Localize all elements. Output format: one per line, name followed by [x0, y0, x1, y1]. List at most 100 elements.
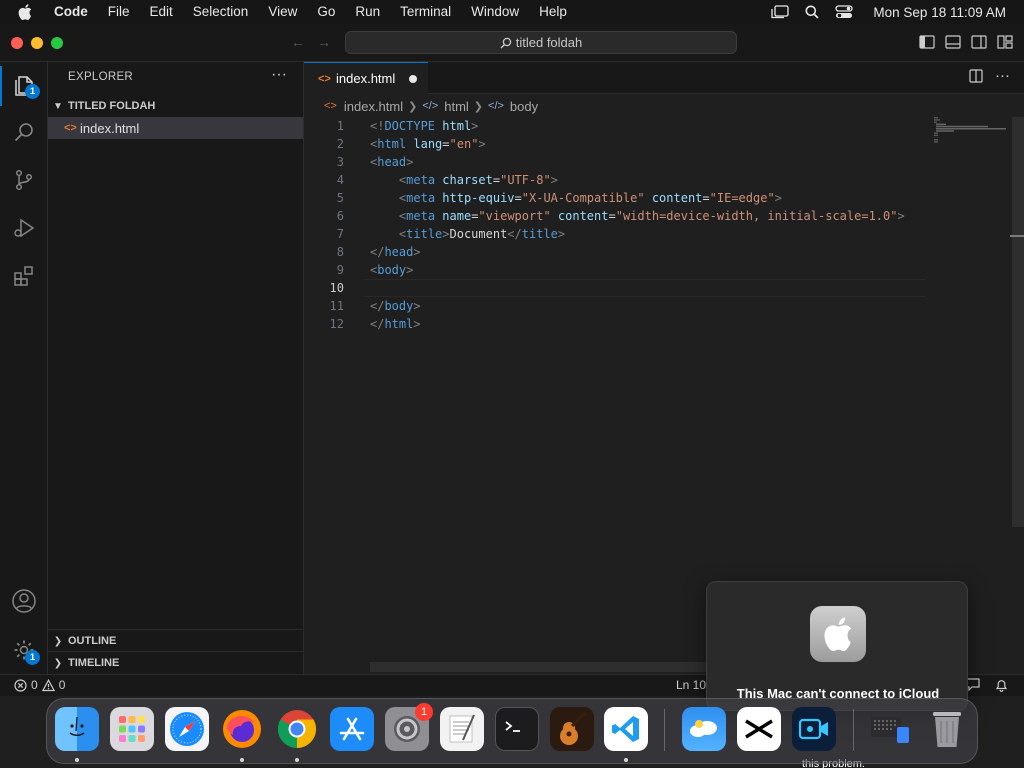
garageband-icon[interactable]	[550, 707, 594, 751]
close-window-button[interactable]	[11, 37, 23, 49]
customize-layout-icon[interactable]	[996, 33, 1014, 51]
code-line[interactable]: 7 <title>Document</title>	[304, 225, 924, 243]
menu-window[interactable]: Window	[461, 0, 529, 24]
manage-badge: 1	[25, 650, 40, 665]
minimize-window-button[interactable]	[31, 37, 43, 49]
vscode-icon[interactable]	[604, 707, 648, 751]
code-line[interactable]: 8 </head>	[304, 243, 924, 261]
firefox-icon[interactable]	[220, 707, 264, 751]
activity-search[interactable]	[0, 108, 48, 156]
activity-source-control[interactable]	[0, 156, 48, 204]
code-line[interactable]: 6 <meta name="viewport" content="width=d…	[304, 207, 924, 225]
file-tree-item[interactable]: <> index.html	[48, 117, 303, 139]
warning-count: 0	[58, 678, 66, 692]
menu-file[interactable]: File	[98, 0, 140, 24]
outline-title: OUTLINE	[68, 635, 117, 647]
code-line[interactable]: 12 </html>	[304, 315, 924, 333]
chrome-icon[interactable]	[275, 707, 319, 751]
horizontal-scrollbar[interactable]	[370, 662, 710, 672]
app-store-icon[interactable]	[330, 707, 374, 751]
code-line[interactable]: 9 <body>	[304, 261, 924, 279]
outline-section-header[interactable]: ❯ OUTLINE	[48, 630, 304, 652]
icloud-notification[interactable]: This Mac can't connect to iCloud	[706, 581, 968, 711]
code-line[interactable]: 11 </body>	[304, 297, 924, 315]
tab-index-html[interactable]: <> index.html	[304, 62, 428, 94]
timeline-title: TIMELINE	[68, 657, 120, 669]
launchpad-icon[interactable]	[110, 707, 154, 751]
cursor-position-status[interactable]: Ln 10	[676, 678, 706, 692]
breadcrumb-body[interactable]: body	[510, 99, 538, 114]
capcut-icon[interactable]	[737, 707, 781, 751]
code-line[interactable]: 2 <html lang="en">	[304, 135, 924, 153]
folder-section-header[interactable]: ▼ TITLED FOLDAH	[48, 95, 304, 117]
menu-selection[interactable]: Selection	[183, 0, 259, 24]
editor-more-actions-icon[interactable]: ···	[995, 68, 1010, 86]
menu-run[interactable]: Run	[345, 0, 390, 24]
html-file-icon: <>	[64, 122, 77, 134]
chevron-down-icon: ▼	[53, 100, 63, 112]
code-line[interactable]: 1 <!DOCTYPE html>	[304, 117, 924, 135]
element-symbol-icon: </>	[422, 100, 439, 112]
more-actions-icon[interactable]: ···	[271, 66, 287, 84]
stage-manager-icon[interactable]	[771, 4, 790, 20]
problems-status[interactable]: 0 0	[14, 678, 65, 692]
dock-divider	[853, 709, 854, 751]
back-arrow-icon[interactable]: ←	[288, 33, 308, 51]
textedit-icon[interactable]	[440, 707, 484, 751]
timeline-section-header[interactable]: ❯ TIMELINE	[48, 652, 304, 674]
dock: 1	[46, 698, 978, 764]
mac-menu-bar: Code File Edit Selection View Go Run Ter…	[0, 0, 1024, 24]
finder-icon[interactable]	[55, 707, 99, 751]
search-icon	[14, 123, 33, 142]
menu-go[interactable]: Go	[307, 0, 345, 24]
maximize-window-button[interactable]	[51, 37, 63, 49]
screen-recorder-icon[interactable]	[792, 707, 836, 751]
menu-bar-clock[interactable]: Mon Sep 18 11:09 AM	[873, 5, 1006, 20]
code-line[interactable]: 4 <meta charset="UTF-8">	[304, 171, 924, 189]
code-line[interactable]: 5 <meta http-equiv="X-UA-Compatible" con…	[304, 189, 924, 207]
spotlight-search-icon[interactable]	[803, 4, 821, 20]
unsaved-dot-icon[interactable]	[409, 75, 417, 83]
dock-divider	[664, 709, 665, 751]
file-name: index.html	[80, 120, 140, 136]
chevron-right-icon: ❯	[53, 657, 63, 669]
menu-help[interactable]: Help	[529, 0, 577, 24]
feedback-icon[interactable]	[966, 678, 980, 691]
warning-icon	[41, 678, 55, 691]
breadcrumb-file[interactable]: index.html	[344, 99, 403, 114]
apple-icon[interactable]	[18, 4, 36, 20]
split-editor-icon[interactable]	[969, 69, 983, 86]
chevron-right-icon: ❯	[408, 100, 418, 113]
element-symbol-icon: </>	[488, 100, 504, 112]
toggle-panel-icon[interactable]	[944, 33, 962, 51]
notifications-bell-icon[interactable]	[995, 678, 1008, 692]
window-title-bar: ← → titled foldah	[0, 24, 1024, 62]
menu-terminal[interactable]: Terminal	[390, 0, 461, 24]
activity-extensions[interactable]	[0, 252, 48, 300]
control-center-icon[interactable]	[835, 4, 854, 20]
code-line[interactable]: 3 <head>	[304, 153, 924, 171]
command-center-search[interactable]: titled foldah	[345, 31, 737, 54]
toggle-secondary-sidebar-icon[interactable]	[970, 33, 988, 51]
terminal-icon[interactable]	[495, 707, 539, 751]
vertical-scrollbar[interactable]	[1010, 117, 1024, 663]
menu-edit[interactable]: Edit	[140, 0, 183, 24]
weather-icon[interactable]	[682, 707, 726, 751]
activity-run-debug[interactable]	[0, 204, 48, 252]
extensions-icon	[14, 266, 33, 286]
activity-accounts[interactable]	[0, 577, 48, 625]
safari-icon[interactable]	[165, 707, 209, 751]
downloads-stack-icon[interactable]	[869, 707, 913, 751]
apple-logo-icon	[810, 606, 866, 662]
trash-icon[interactable]	[925, 707, 969, 751]
activity-explorer[interactable]: 1	[0, 62, 48, 110]
scrollbar-thumb[interactable]	[1012, 117, 1024, 527]
forward-arrow-icon[interactable]: →	[314, 33, 334, 51]
code-line-current[interactable]: 10	[304, 279, 924, 297]
breadcrumb-html[interactable]: html	[444, 99, 469, 114]
menu-view[interactable]: View	[258, 0, 307, 24]
menu-app-code[interactable]: Code	[52, 0, 98, 24]
minimap[interactable]	[934, 117, 1008, 143]
toggle-primary-sidebar-icon[interactable]	[918, 33, 936, 51]
activity-manage[interactable]: 1	[0, 626, 48, 674]
